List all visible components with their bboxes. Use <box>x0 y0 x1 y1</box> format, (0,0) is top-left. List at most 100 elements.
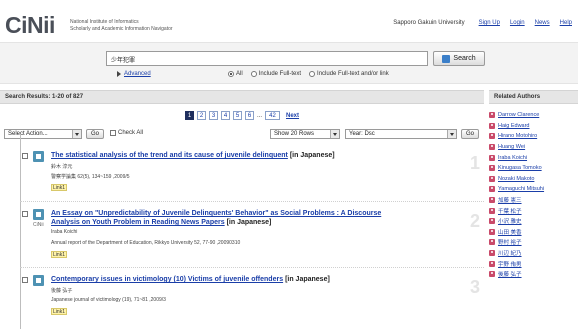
rows-value: Show 20 Rows <box>274 131 315 137</box>
result-lang: [in Japanese] <box>285 276 330 283</box>
radio-fulltext[interactable]: Include Full-text <box>250 71 301 77</box>
author-item[interactable]: Nozaki Makoto <box>489 174 578 185</box>
go-button[interactable]: Go <box>86 129 105 139</box>
advanced-link[interactable]: Advanced <box>124 71 151 77</box>
author-name[interactable]: Nozaki Makoto <box>498 176 534 182</box>
author-item[interactable]: 宇野 侑男 <box>489 258 578 269</box>
person-icon <box>489 133 495 140</box>
radio-icon <box>309 71 316 77</box>
radio-selected-icon <box>228 71 234 77</box>
nav-help[interactable]: Help <box>560 20 572 26</box>
result-title: An Essay on "Unpredictability of Juvenil… <box>51 209 461 227</box>
author-name[interactable]: Kinugasa Tomoko <box>498 165 542 171</box>
search-button[interactable]: Search <box>433 51 485 66</box>
link-badge[interactable]: Link1 <box>51 184 67 191</box>
page-2[interactable]: 2 <box>197 111 206 120</box>
radio-fulltext-link[interactable]: Include Full-text and/or link <box>309 71 389 77</box>
result-lang: [in Japanese] <box>289 152 335 159</box>
result-title-link-2[interactable]: Analysis on Youth Problem in Reading New… <box>51 219 225 226</box>
author-name[interactable]: 川辺 紀乃 <box>498 249 522 257</box>
author-item[interactable]: Yamaguchi Mitsuhi <box>489 184 578 195</box>
result-divider <box>20 201 484 202</box>
next-page-link[interactable]: Next <box>286 113 299 119</box>
select-action-dropdown[interactable]: Select Action... <box>4 129 82 139</box>
person-icon <box>489 207 495 214</box>
author-item[interactable]: Huang Wei <box>489 142 578 153</box>
check-all[interactable]: Check All <box>110 130 143 136</box>
author-item[interactable]: 加藤 憲三 <box>489 195 578 206</box>
page-6[interactable]: 6 <box>245 111 254 120</box>
author-item[interactable]: Hirano Motohiro <box>489 131 578 142</box>
rows-dropdown[interactable]: Show 20 Rows <box>270 129 340 139</box>
go-sort-button[interactable]: Go <box>461 129 480 139</box>
order-dropdown[interactable]: Year: Dsc <box>345 129 457 139</box>
person-icon <box>489 260 495 267</box>
result-number: 1 <box>469 153 480 173</box>
result-author: Iraba Koichi <box>51 229 78 235</box>
result-checkbox[interactable] <box>22 153 28 159</box>
radio-icon <box>250 71 257 77</box>
author-name[interactable]: 宇野 侑男 <box>498 260 522 268</box>
page-1[interactable]: 1 <box>185 111 194 120</box>
result-title-link[interactable]: The statistical analysis of the trend an… <box>51 152 288 159</box>
search-input[interactable]: 少年犯罪 <box>106 51 428 66</box>
author-name[interactable]: Yamaguchi Mitsuhi <box>498 186 544 192</box>
chevron-down-icon <box>330 130 339 138</box>
author-name[interactable]: 後藤 弘子 <box>498 270 522 278</box>
person-icon <box>489 175 495 182</box>
person-icon <box>489 122 495 129</box>
author-item[interactable]: 千葉 松子 <box>489 205 578 216</box>
author-item[interactable]: Darrow Clarence <box>489 110 578 121</box>
page-42[interactable]: 42 <box>265 111 281 120</box>
author-item[interactable]: Haig Edward <box>489 121 578 132</box>
author-item[interactable]: 川辺 紀乃 <box>489 248 578 259</box>
person-icon <box>489 250 495 257</box>
radio-all[interactable]: All <box>228 71 243 77</box>
advanced-search[interactable]: Advanced <box>117 71 151 77</box>
author-name[interactable]: 千葉 松子 <box>498 207 522 215</box>
author-name[interactable]: 野村 裕子 <box>498 238 522 246</box>
result-title-link[interactable]: Contemporary issues in victimology (10) … <box>51 276 283 283</box>
page-3[interactable]: 3 <box>209 111 218 120</box>
author-item[interactable]: 野村 裕子 <box>489 237 578 248</box>
result-checkbox[interactable] <box>22 277 28 283</box>
author-item[interactable]: 後藤 弘子 <box>489 269 578 280</box>
author-name[interactable]: Iraba Koichi <box>498 155 527 161</box>
page-4[interactable]: 4 <box>221 111 230 120</box>
page-5[interactable]: 5 <box>233 111 242 120</box>
nav-sign-up[interactable]: Sign Up <box>479 20 500 26</box>
nav-login[interactable]: Login <box>510 20 525 26</box>
order-value: Year: Dsc <box>349 131 375 137</box>
author-name[interactable]: Huang Wei <box>498 144 525 150</box>
cinii-logo[interactable]: CiNii <box>5 14 55 37</box>
author-name[interactable]: 山田 美香 <box>498 228 522 236</box>
nav-news[interactable]: News <box>535 20 550 26</box>
author-item[interactable]: Iraba Koichi <box>489 152 578 163</box>
author-name[interactable]: 加藤 憲三 <box>498 196 522 204</box>
org-line-1: National Institute of Informatics <box>70 19 139 25</box>
author-name[interactable]: 小沢 雅史 <box>498 217 522 225</box>
document-icon <box>33 151 44 162</box>
triangle-right-icon <box>117 71 121 77</box>
person-icon <box>489 197 495 204</box>
person-icon <box>489 154 495 161</box>
link-badge[interactable]: Link1 <box>51 308 67 315</box>
result-title-link[interactable]: An Essay on "Unpredictability of Juvenil… <box>51 210 381 217</box>
related-authors-list: Darrow Clarence Haig Edward Hirano Motoh… <box>489 110 578 280</box>
person-icon <box>489 228 495 235</box>
document-icon <box>33 209 44 220</box>
result-checkbox[interactable] <box>22 211 28 217</box>
author-item[interactable]: Kinugasa Tomoko <box>489 163 578 174</box>
author-item[interactable]: 小沢 雅史 <box>489 216 578 227</box>
result-source: Japanese journal of victimology (19), 71… <box>51 297 166 303</box>
author-name[interactable]: Haig Edward <box>498 123 530 129</box>
result-number: 3 <box>469 277 480 297</box>
result-divider <box>20 267 484 268</box>
pagination: 1 2 3 4 5 6 ... 42 Next <box>185 111 299 120</box>
link-badge[interactable]: Link1 <box>51 251 67 258</box>
author-item[interactable]: 山田 美香 <box>489 227 578 238</box>
author-name[interactable]: Darrow Clarence <box>498 112 539 118</box>
author-name[interactable]: Hirano Motohiro <box>498 133 537 139</box>
result-item: The statistical analysis of the trend an… <box>20 151 484 202</box>
header: CiNii National Institute of Informatics … <box>0 0 578 40</box>
